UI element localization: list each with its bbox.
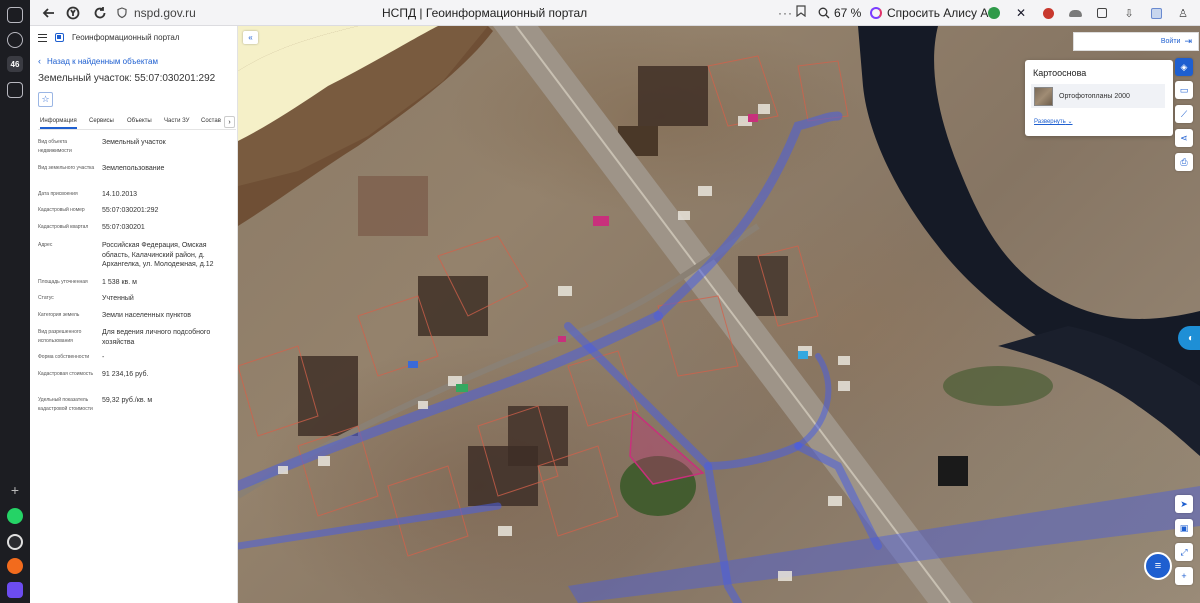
- basemap-title: Картооснова: [1033, 68, 1087, 78]
- basemap-thumbnail: [1034, 86, 1053, 106]
- counter-badge-icon[interactable]: 46: [7, 56, 23, 72]
- object-info-panel: Геоинформационный портал ‹ Назад к найде…: [30, 26, 238, 603]
- screenshot-icon[interactable]: [7, 82, 23, 98]
- extension-shield-icon[interactable]: [986, 5, 1002, 21]
- messenger-icon[interactable]: [7, 534, 23, 550]
- downloads-icon[interactable]: ⇩: [1121, 5, 1137, 21]
- fullscreen-icon[interactable]: ⤢: [1175, 543, 1193, 561]
- tab-objects[interactable]: Объекты: [127, 118, 152, 124]
- account-icon[interactable]: ♙: [1175, 5, 1191, 21]
- zoom-control[interactable]: 67 %: [818, 4, 861, 22]
- panel-header: Геоинформационный портал: [38, 33, 180, 42]
- whatsapp-icon[interactable]: [7, 508, 23, 524]
- browser-sidebar-dock: 46 +: [0, 0, 30, 603]
- collapse-panel-button[interactable]: «: [243, 31, 258, 44]
- extensions-puzzle-icon[interactable]: [1094, 5, 1110, 21]
- security-shield-icon[interactable]: [116, 7, 128, 19]
- tab-services[interactable]: Сервисы: [89, 118, 114, 124]
- portal-name: Геоинформационный портал: [72, 33, 180, 42]
- url-text[interactable]: nspd.gov.ru: [134, 6, 196, 20]
- login-icon: ⇥: [1184, 36, 1192, 46]
- menu-icon[interactable]: [38, 33, 47, 42]
- yandex-home-icon[interactable]: [60, 0, 86, 26]
- tab-composition[interactable]: Состав: [201, 118, 221, 124]
- alice-label: Спросить Алису AI: [887, 6, 992, 20]
- zoom-in-icon[interactable]: +: [1175, 567, 1193, 585]
- locate-icon[interactable]: ➤: [1175, 495, 1193, 513]
- extension-user-icon[interactable]: [1148, 5, 1164, 21]
- legend-icon[interactable]: ▭: [1175, 81, 1193, 99]
- screen-icon[interactable]: ▣: [1175, 519, 1193, 537]
- tab-information[interactable]: Информация: [40, 118, 77, 129]
- portal-logo-icon: [55, 33, 64, 42]
- map-canvas[interactable]: « Войти ⇥ Картооснова Ортофотопланы 2000…: [238, 26, 1200, 603]
- share-icon[interactable]: ⋖: [1175, 129, 1193, 147]
- zoom-magnifier-icon: [818, 7, 830, 19]
- extension-arrows-icon[interactable]: ✕: [1013, 5, 1029, 21]
- login-button[interactable]: Войти ⇥: [1073, 32, 1199, 51]
- back-to-results-link[interactable]: ‹ Назад к найденным объектам: [38, 56, 158, 66]
- tabs-icon[interactable]: [7, 7, 23, 23]
- reload-icon[interactable]: [87, 0, 113, 26]
- play-icon[interactable]: [7, 32, 23, 48]
- address-bar[interactable]: nspd.gov.ru НСПД | Геоинформационный пор…: [116, 3, 816, 23]
- panel-tabs: Информация Сервисы Объекты Части ЗУ Сост…: [38, 116, 236, 130]
- favorite-star-icon[interactable]: ☆: [38, 92, 53, 107]
- ok-icon[interactable]: [7, 558, 23, 574]
- more-dots-icon[interactable]: ···: [778, 6, 793, 20]
- basemap-panel: Картооснова Ортофотопланы 2000 Развернут…: [1025, 60, 1173, 136]
- extension-bug-icon[interactable]: [1040, 5, 1056, 21]
- chat-support-icon[interactable]: ≡: [1144, 552, 1172, 580]
- app-icon[interactable]: [7, 582, 23, 598]
- chevron-left-icon: ‹: [38, 56, 41, 66]
- object-title: Земельный участок: 55:07:030201:292: [38, 73, 216, 84]
- assistant-side-icon[interactable]: ◐: [1178, 326, 1200, 350]
- measure-icon[interactable]: ⟋: [1175, 105, 1193, 123]
- basemap-option-ortho[interactable]: Ортофотопланы 2000: [1031, 84, 1165, 108]
- browser-toolbar: nspd.gov.ru НСПД | Геоинформационный пор…: [0, 0, 1200, 26]
- basemap-layer-name: Ортофотопланы 2000: [1059, 92, 1130, 100]
- alice-icon: [870, 7, 882, 19]
- tabs-scroll-right-button[interactable]: ›: [224, 116, 235, 128]
- back-link-label: Назад к найденным объектам: [47, 56, 158, 66]
- login-label: Войти: [1160, 38, 1181, 45]
- expand-basemaps-link[interactable]: Развернуть ⌄: [1034, 118, 1073, 125]
- bookmark-icon[interactable]: [796, 4, 806, 22]
- layers-icon[interactable]: ◈: [1175, 58, 1193, 76]
- alice-button[interactable]: Спросить Алису AI: [870, 4, 992, 22]
- zoom-level: 67 %: [834, 6, 862, 20]
- extension-hat-icon[interactable]: [1067, 5, 1083, 21]
- add-icon[interactable]: +: [9, 483, 21, 497]
- print-icon[interactable]: ⎙: [1175, 153, 1193, 171]
- tab-parcel-parts[interactable]: Части ЗУ: [164, 118, 189, 124]
- tab-title: НСПД | Геоинформационный портал: [382, 6, 588, 20]
- back-arrow-icon[interactable]: [36, 0, 62, 26]
